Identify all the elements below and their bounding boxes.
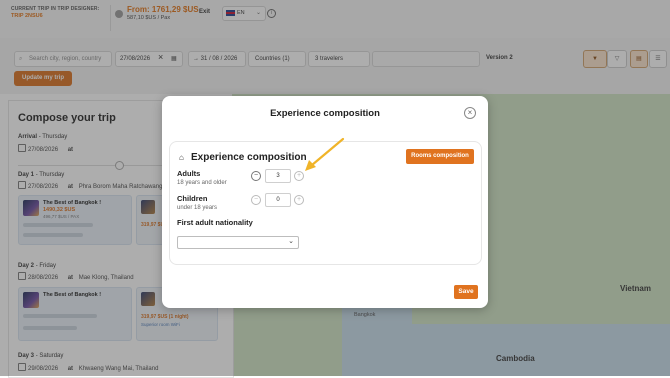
arrow-shaft: [310, 137, 345, 167]
annotation-arrow-icon: [305, 137, 345, 171]
